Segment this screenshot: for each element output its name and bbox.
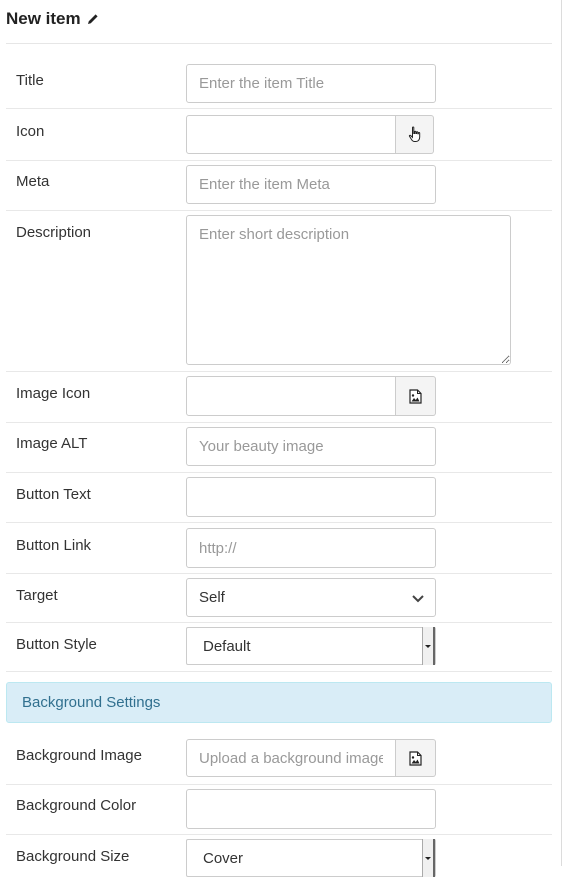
section-title: Background Settings bbox=[22, 694, 161, 711]
background-size-select[interactable]: Cover bbox=[186, 839, 436, 877]
button-link-label: Button Link bbox=[16, 537, 92, 554]
title-input[interactable] bbox=[186, 64, 436, 103]
form-row-background-size: Background Size Cover bbox=[6, 835, 552, 877]
image-alt-label: Image ALT bbox=[16, 435, 88, 452]
background-image-label: Background Image bbox=[16, 747, 142, 764]
form-row-button-text: Button Text bbox=[6, 473, 552, 523]
button-style-selected-value: Default bbox=[203, 637, 251, 655]
form-row-background-image: Background Image bbox=[6, 733, 552, 785]
form-row-description: Description bbox=[6, 211, 552, 372]
image-file-icon bbox=[409, 388, 422, 404]
icon-label: Icon bbox=[16, 123, 45, 140]
background-size-label: Background Size bbox=[16, 848, 130, 865]
form-row-target: Target Self bbox=[6, 574, 552, 623]
pencil-icon[interactable] bbox=[87, 13, 99, 25]
background-size-selected-value: Cover bbox=[203, 849, 244, 867]
form-row-button-style: Button Style Default bbox=[6, 623, 552, 672]
background-color-label: Background Color bbox=[16, 797, 137, 814]
button-text-input[interactable] bbox=[186, 477, 436, 517]
button-text-label: Button Text bbox=[16, 486, 91, 503]
background-image-input[interactable] bbox=[186, 739, 396, 777]
form-row-meta: Meta bbox=[6, 161, 552, 211]
image-icon-label: Image Icon bbox=[16, 385, 91, 402]
background-color-input[interactable] bbox=[186, 789, 436, 829]
form-row-background-color: Background Color bbox=[6, 785, 552, 835]
dropdown-arrow-icon bbox=[422, 839, 435, 877]
form-row-icon: Icon bbox=[6, 109, 552, 161]
image-alt-input[interactable] bbox=[186, 427, 436, 466]
hand-pointer-icon bbox=[408, 126, 420, 142]
page-title: New item bbox=[6, 9, 81, 28]
image-icon-input[interactable] bbox=[186, 376, 396, 416]
target-selected-value: Self bbox=[199, 589, 225, 606]
dropdown-arrow-icon bbox=[422, 627, 435, 665]
icon-picker-button[interactable] bbox=[396, 115, 434, 154]
form-row-image-icon: Image Icon bbox=[6, 372, 552, 423]
form-row-title: Title bbox=[6, 58, 552, 109]
panel-right-border bbox=[561, 0, 562, 866]
target-label: Target bbox=[16, 587, 58, 604]
image-file-icon bbox=[409, 750, 422, 766]
header-divider bbox=[6, 43, 552, 44]
description-textarea[interactable] bbox=[186, 215, 511, 365]
target-select[interactable]: Self bbox=[186, 578, 436, 617]
form-row-button-link: Button Link bbox=[6, 523, 552, 574]
background-image-upload-button[interactable] bbox=[396, 739, 436, 777]
panel-header: New item bbox=[6, 8, 99, 30]
description-label: Description bbox=[16, 224, 92, 241]
button-style-select[interactable]: Default bbox=[186, 627, 436, 665]
meta-input[interactable] bbox=[186, 165, 436, 204]
button-style-label: Button Style bbox=[16, 636, 97, 653]
form-row-image-alt: Image ALT bbox=[6, 423, 552, 473]
icon-input[interactable] bbox=[186, 115, 396, 154]
meta-label: Meta bbox=[16, 173, 50, 190]
button-link-input[interactable] bbox=[186, 528, 436, 568]
background-settings-header: Background Settings bbox=[6, 682, 552, 723]
title-label: Title bbox=[16, 72, 44, 89]
image-upload-button[interactable] bbox=[396, 376, 436, 416]
chevron-down-icon bbox=[412, 594, 424, 602]
